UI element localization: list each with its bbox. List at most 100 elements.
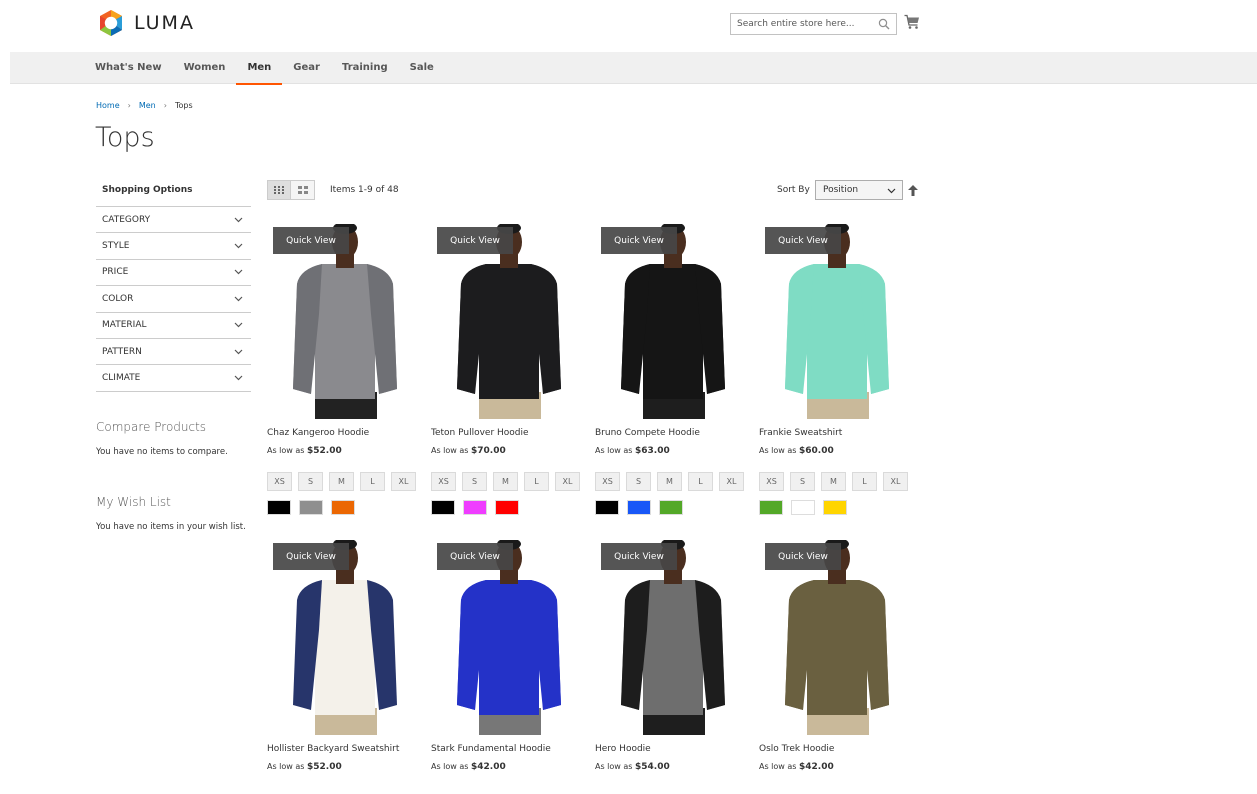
color-swatch[interactable] (267, 500, 291, 515)
price-value: $42.00 (471, 762, 506, 772)
size-option-xl[interactable]: XL (555, 472, 580, 491)
size-option-xs[interactable]: XS (267, 472, 292, 491)
store-logo[interactable]: LUMA (96, 8, 195, 38)
search-icon[interactable] (878, 18, 890, 30)
color-options (759, 500, 919, 515)
color-swatch[interactable] (659, 500, 683, 515)
size-option-xl[interactable]: XL (883, 472, 908, 491)
breadcrumb-men[interactable]: Men (139, 101, 156, 110)
search-input[interactable] (731, 19, 871, 29)
color-swatch[interactable] (759, 500, 783, 515)
nav-item-whats-new[interactable]: What's New (95, 52, 173, 84)
nav-item-men[interactable]: Men (236, 52, 283, 85)
size-option-xs[interactable]: XS (595, 472, 620, 491)
filter-style[interactable]: STYLE (96, 233, 251, 260)
quick-view-button[interactable]: Quick View (601, 543, 677, 570)
size-option-xl[interactable]: XL (391, 472, 416, 491)
wishlist-title: My Wish List (96, 494, 171, 509)
product-image[interactable]: Quick View (759, 540, 914, 735)
price-value: $60.00 (799, 446, 834, 456)
nav-item-sale[interactable]: Sale (399, 52, 445, 84)
nav-item-women[interactable]: Women (173, 52, 237, 84)
filter-label: STYLE (102, 241, 130, 252)
quick-view-button[interactable]: Quick View (273, 227, 349, 254)
filter-material[interactable]: MATERIAL (96, 313, 251, 339)
quick-view-button[interactable]: Quick View (765, 543, 841, 570)
color-swatch[interactable] (495, 500, 519, 515)
price-prefix: As low as (267, 446, 305, 455)
price-prefix: As low as (431, 446, 469, 455)
color-swatch[interactable] (627, 500, 651, 515)
chevron-down-icon (234, 243, 243, 249)
quick-view-button[interactable]: Quick View (437, 543, 513, 570)
product-image[interactable]: Quick View (431, 540, 586, 735)
product-image[interactable]: Quick View (595, 540, 750, 735)
grid-view-button[interactable] (267, 180, 291, 200)
size-option-l[interactable]: L (360, 472, 385, 491)
product-image[interactable]: Quick View (267, 540, 422, 735)
product-item: Quick View Oslo Trek Hoodie As low as $42.… (759, 540, 919, 772)
quick-view-button[interactable]: Quick View (765, 227, 841, 254)
size-option-l[interactable]: L (524, 472, 549, 491)
size-option-l[interactable]: L (688, 472, 713, 491)
nav-item-training[interactable]: Training (331, 52, 399, 84)
product-item: Quick View Hero Hoodie As low as $54.00 (595, 540, 755, 772)
size-option-xs[interactable]: XS (431, 472, 456, 491)
product-price: As low as $42.00 (431, 762, 591, 772)
color-swatch[interactable] (823, 500, 847, 515)
search-box[interactable] (730, 13, 897, 35)
product-name-link[interactable]: Hollister Backyard Sweatshirt (267, 744, 427, 754)
size-option-s[interactable]: S (298, 472, 323, 491)
product-name-link[interactable]: Stark Fundamental Hoodie (431, 744, 591, 754)
product-image[interactable]: Quick View (595, 224, 750, 419)
color-options (431, 500, 591, 515)
filter-price[interactable]: PRICE (96, 260, 251, 287)
size-option-m[interactable]: M (493, 472, 518, 491)
size-option-xl[interactable]: XL (719, 472, 744, 491)
cart-icon[interactable] (904, 14, 920, 30)
product-name-link[interactable]: Hero Hoodie (595, 744, 755, 754)
color-swatch[interactable] (463, 500, 487, 515)
color-swatch[interactable] (791, 500, 815, 515)
quick-view-button[interactable]: Quick View (601, 227, 677, 254)
filter-pattern[interactable]: PATTERN (96, 339, 251, 366)
product-name-link[interactable]: Teton Pullover Hoodie (431, 428, 591, 438)
size-option-xs[interactable]: XS (759, 472, 784, 491)
product-name-link[interactable]: Bruno Compete Hoodie (595, 428, 755, 438)
color-swatch[interactable] (299, 500, 323, 515)
filter-category[interactable]: CATEGORY (96, 207, 251, 234)
product-image[interactable]: Quick View (759, 224, 914, 419)
quick-view-button[interactable]: Quick View (437, 227, 513, 254)
filter-label: MATERIAL (102, 320, 147, 331)
size-option-s[interactable]: S (462, 472, 487, 491)
size-options: XS S M L XL (431, 472, 591, 491)
color-swatch[interactable] (431, 500, 455, 515)
size-option-m[interactable]: M (329, 472, 354, 491)
filter-climate[interactable]: CLIMATE (96, 365, 251, 392)
product-name-link[interactable]: Frankie Sweatshirt (759, 428, 919, 438)
list-icon (297, 186, 308, 194)
size-option-s[interactable]: S (626, 472, 651, 491)
chevron-down-icon (234, 270, 243, 275)
nav-item-gear[interactable]: Gear (282, 52, 331, 84)
quick-view-button[interactable]: Quick View (273, 543, 349, 570)
filter-label: PRICE (102, 267, 129, 278)
price-prefix: As low as (595, 446, 633, 455)
size-option-m[interactable]: M (657, 472, 682, 491)
product-image[interactable]: Quick View (267, 224, 422, 419)
product-name-link[interactable]: Oslo Trek Hoodie (759, 744, 919, 754)
size-options: XS S M L XL (595, 472, 755, 491)
sort-by-select[interactable]: Position (815, 180, 903, 200)
breadcrumb-home[interactable]: Home (96, 101, 120, 110)
color-swatch[interactable] (595, 500, 619, 515)
sort-direction-arrow-icon[interactable] (908, 185, 918, 196)
size-option-l[interactable]: L (852, 472, 877, 491)
product-image[interactable]: Quick View (431, 224, 586, 419)
list-view-button[interactable] (291, 180, 315, 200)
size-option-s[interactable]: S (790, 472, 815, 491)
product-name-link[interactable]: Chaz Kangeroo Hoodie (267, 428, 427, 438)
size-option-m[interactable]: M (821, 472, 846, 491)
price-prefix: As low as (759, 446, 797, 455)
color-swatch[interactable] (331, 500, 355, 515)
filter-color[interactable]: COLOR (96, 286, 251, 313)
